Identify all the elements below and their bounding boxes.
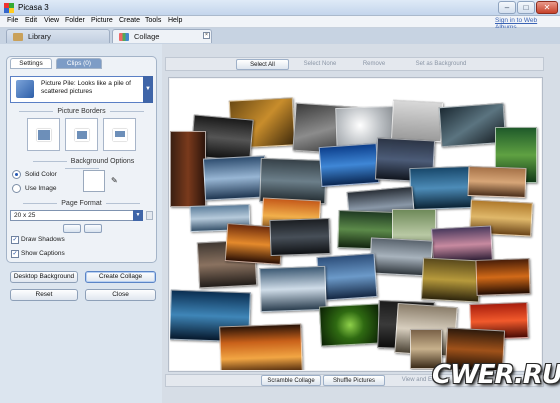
use-image-label: Use Image [25, 185, 57, 192]
remove-button[interactable]: Remove [352, 59, 396, 70]
page-format-heading: Page Format [10, 200, 153, 207]
border-option-polaroid[interactable] [103, 118, 136, 151]
page-format-value: 20 x 25 [14, 212, 36, 219]
tab-library[interactable]: Library [6, 29, 110, 43]
collage-photo[interactable] [269, 217, 331, 257]
collage-photo[interactable] [318, 303, 382, 347]
maximize-icon: □ [523, 3, 529, 12]
collage-photo[interactable] [467, 165, 527, 199]
tab-clips[interactable]: Clips (0) [56, 58, 102, 69]
menu-folder[interactable]: Folder [65, 17, 85, 24]
shuffle-pictures-button[interactable]: Shuffle Pictures [323, 375, 385, 386]
solid-color-radio[interactable] [12, 170, 21, 179]
collage-photo[interactable] [475, 258, 531, 296]
title-bar [0, 0, 560, 16]
show-captions-label: Show Captions [21, 250, 65, 257]
picture-pile-icon [16, 80, 34, 98]
desktop-background-button[interactable]: Desktop Background [10, 271, 78, 283]
collage-photo[interactable] [219, 323, 303, 370]
portrait-button[interactable] [84, 224, 102, 233]
chevron-down-icon[interactable]: ▼ [143, 76, 153, 103]
close-icon: ✕ [543, 3, 551, 12]
close-tab-icon[interactable]: × [203, 32, 210, 39]
menu-create[interactable]: Create [119, 17, 140, 24]
minimize-icon: – [504, 3, 510, 12]
tab-settings[interactable]: Settings [10, 58, 52, 69]
minimize-button[interactable]: – [498, 1, 516, 14]
collage-photo[interactable] [170, 131, 206, 207]
select-all-button[interactable]: Select All [236, 59, 289, 70]
use-image-radio[interactable] [12, 184, 21, 193]
background-options-heading: Background Options [10, 158, 153, 172]
orientation-lock-icon[interactable] [146, 211, 153, 220]
window-title: Picasa 3 [18, 3, 49, 12]
eyedropper-icon[interactable]: ✎ [111, 177, 120, 186]
reset-button[interactable]: Reset [10, 289, 78, 301]
watermark-logo: CWER.RU [432, 360, 560, 390]
close-button[interactable]: Close [85, 289, 156, 301]
page-format-select[interactable]: 20 x 25 [10, 210, 143, 221]
draw-shadows-checkbox[interactable]: ✓ [11, 236, 19, 244]
folder-icon [13, 33, 23, 41]
close-window-button[interactable]: ✕ [536, 1, 558, 14]
collage-photo[interactable] [202, 155, 268, 201]
tab-collage[interactable]: Collage [112, 29, 212, 43]
border-preview-icon [113, 129, 127, 141]
collage-photo[interactable] [259, 265, 327, 313]
tab-library-label: Library [28, 32, 51, 41]
menu-help[interactable]: Help [168, 17, 182, 24]
border-option-white[interactable] [65, 118, 98, 151]
picture-borders-heading: Picture Borders [10, 108, 153, 115]
draw-shadows-label: Draw Shadows [21, 236, 65, 243]
background-color-swatch[interactable] [83, 170, 105, 192]
create-collage-button[interactable]: Create Collage [85, 271, 156, 283]
show-captions-checkbox[interactable]: ✓ [11, 250, 19, 258]
collage-photo[interactable] [409, 165, 473, 211]
menu-edit[interactable]: Edit [25, 17, 37, 24]
chevron-down-icon[interactable]: ▼ [133, 210, 143, 221]
collage-icon [119, 33, 129, 41]
collage-photo[interactable] [420, 257, 482, 303]
border-preview-icon [37, 129, 51, 141]
picasa-app-icon [4, 3, 14, 13]
border-option-none[interactable] [27, 118, 60, 151]
scramble-collage-button[interactable]: Scramble Collage [261, 375, 321, 386]
menu-file[interactable]: File [7, 17, 18, 24]
select-none-button[interactable]: Select None [296, 59, 344, 70]
collage-photo[interactable] [318, 143, 380, 187]
landscape-button[interactable] [63, 224, 81, 233]
tab-collage-label: Collage [134, 32, 160, 41]
collage-style-text: Picture Pile: Looks like a pile of scatt… [41, 80, 131, 95]
border-preview-icon [75, 129, 89, 141]
menu-view[interactable]: View [44, 17, 59, 24]
menu-tools[interactable]: Tools [145, 17, 161, 24]
solid-color-label: Solid Color [25, 171, 57, 178]
collage-canvas[interactable] [170, 79, 541, 370]
collage-photo[interactable] [390, 99, 444, 143]
set-as-background-button[interactable]: Set as Background [406, 59, 476, 70]
maximize-button[interactable]: □ [517, 1, 535, 14]
menu-picture[interactable]: Picture [91, 17, 113, 24]
